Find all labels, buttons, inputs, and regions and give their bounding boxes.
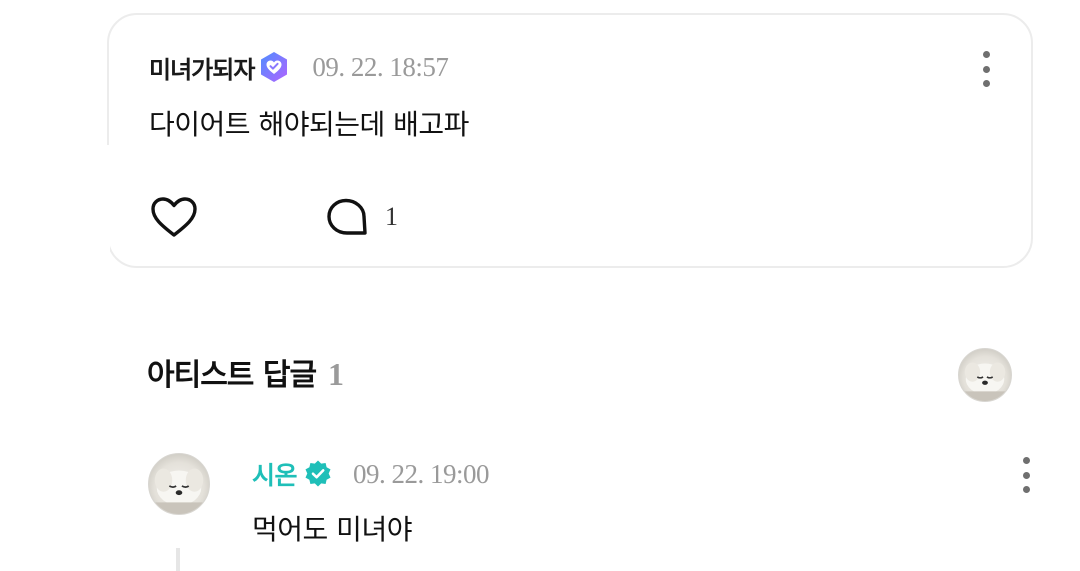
verified-fan-badge-icon	[258, 51, 290, 83]
artist-replies-title: 아티스트 답글	[147, 358, 317, 393]
more-dot	[982, 51, 990, 58]
artist-avatar-summary[interactable]	[958, 348, 1012, 402]
like-button[interactable]	[149, 195, 199, 239]
dog-avatar-icon	[149, 468, 209, 514]
more-dot	[982, 65, 990, 73]
heart-icon	[151, 197, 197, 237]
reply-header: 시온 09. 22. 19:00	[252, 456, 490, 492]
more-dot	[982, 80, 990, 87]
more-dot	[1022, 457, 1030, 464]
artist-replies-count: 1	[328, 356, 345, 392]
post-card: 미녀가되자 09. 22. 18:57 다이어트 해야되는데 배고파 1	[106, 13, 1033, 280]
more-dot	[1022, 471, 1030, 479]
post-body-text: 다이어트 해야되는데 배고파	[149, 108, 469, 141]
verified-artist-badge-icon	[303, 459, 333, 489]
reply-author-avatar[interactable]	[148, 453, 210, 515]
post-author-name[interactable]: 미녀가되자	[149, 50, 255, 85]
dog-avatar-icon	[959, 362, 1011, 401]
thread-connector-line	[176, 548, 180, 571]
reply-author-name[interactable]: 시온	[252, 456, 298, 492]
comment-count: 1	[385, 202, 398, 231]
reply-body-text: 먹어도 미녀야	[252, 513, 412, 546]
comment-bubble-icon	[327, 198, 367, 235]
post-timestamp: 09. 22. 18:57	[312, 51, 449, 82]
more-dot	[1022, 486, 1030, 493]
post-more-options-button[interactable]	[979, 51, 993, 87]
reply-timestamp: 09. 22. 19:00	[353, 458, 490, 489]
comment-thread-page: 미녀가되자 09. 22. 18:57 다이어트 해야되는데 배고파 1 아티스…	[0, 0, 1080, 571]
post-header: 미녀가되자 09. 22. 18:57	[149, 49, 449, 85]
artist-replies-header: 아티스트 답글 1	[147, 350, 344, 394]
reply-more-options-button[interactable]	[1019, 457, 1033, 493]
comment-button[interactable]: 1	[325, 197, 398, 237]
